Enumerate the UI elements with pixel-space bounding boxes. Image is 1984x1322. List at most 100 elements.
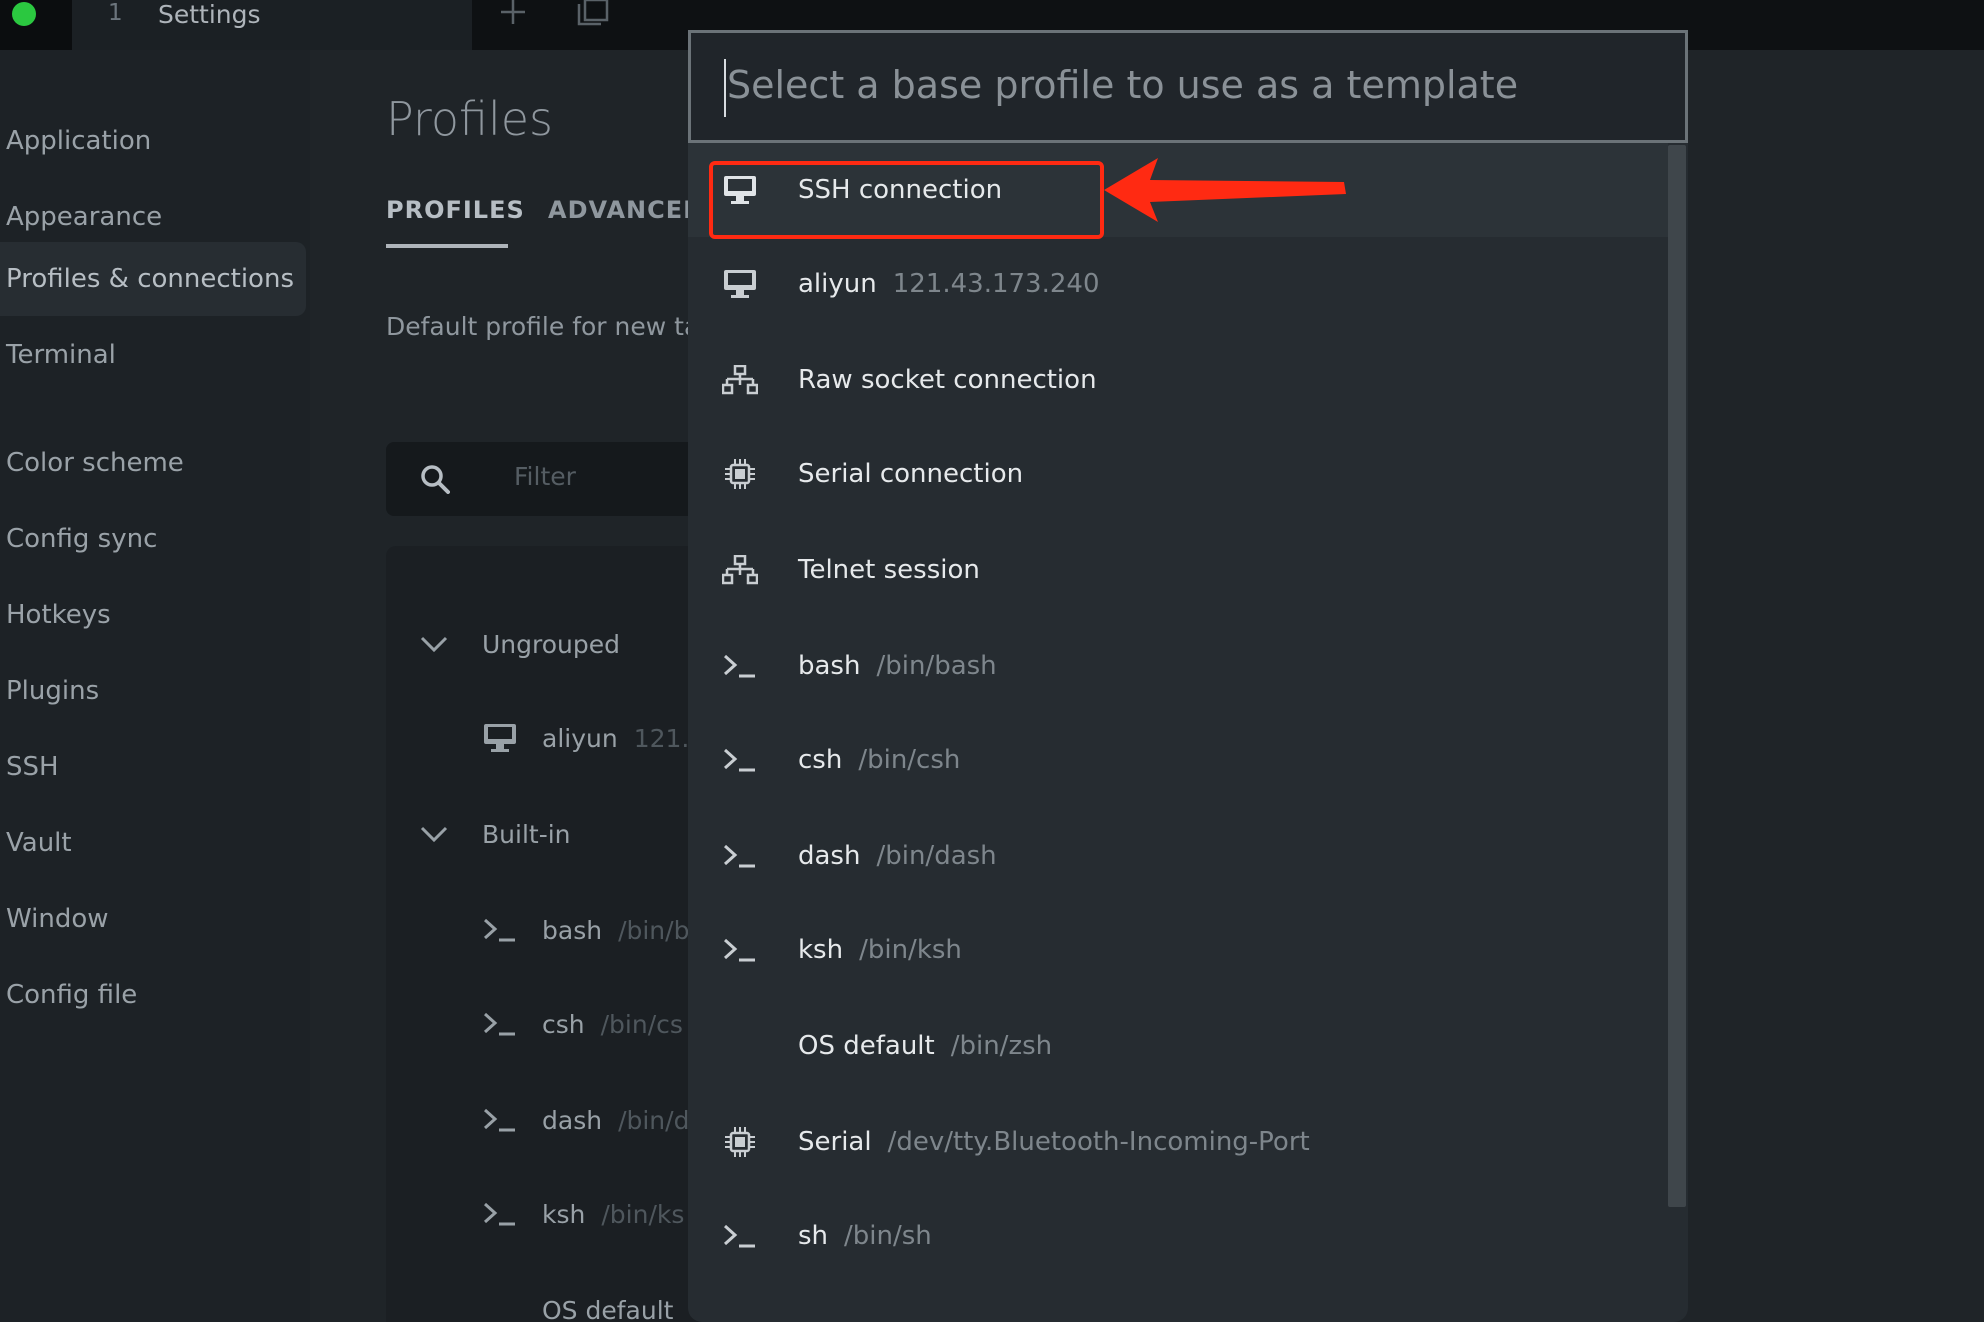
option-detail: /bin/sh — [844, 1221, 932, 1251]
option-label: Telnet session — [798, 555, 980, 585]
sidebar-item-window[interactable]: Window — [0, 882, 306, 956]
sidebar-item-config-file[interactable]: Config file — [0, 958, 306, 1032]
template-search-input[interactable]: Select a base profile to use as a templa… — [688, 30, 1688, 143]
option-label: sh — [798, 1221, 829, 1251]
sidebar-item-color-scheme[interactable]: Color scheme — [0, 426, 306, 500]
list-item[interactable]: aliyun 121. — [480, 718, 689, 758]
monitor-icon — [480, 723, 520, 753]
active-tab-indicator — [386, 244, 508, 248]
option-label: Serial — [798, 1127, 872, 1157]
chevron-down-icon — [420, 826, 448, 843]
highlight-box — [709, 161, 1104, 239]
terminal-icon — [718, 843, 762, 869]
plus-icon — [501, 0, 525, 24]
monitor-icon — [718, 269, 762, 299]
option-serial[interactable]: Serial /dev/tty.Bluetooth-Incoming-Port — [688, 1095, 1668, 1189]
list-item[interactable]: dash /bin/d — [480, 1100, 689, 1140]
option-detail: 121.43.173.240 — [892, 269, 1100, 299]
option-ksh[interactable]: ksh /bin/ksh — [688, 903, 1668, 997]
option-os-default[interactable]: OS default /bin/zsh — [688, 999, 1668, 1093]
option-sh[interactable]: sh /bin/sh — [688, 1189, 1668, 1283]
chip-icon — [718, 458, 762, 490]
option-label: dash — [798, 841, 861, 871]
group-header-built-in[interactable]: Built-in — [420, 814, 571, 854]
profile-name: dash — [542, 1105, 603, 1135]
tab-profiles[interactable]: PROFILES — [386, 196, 525, 224]
template-search-placeholder: Select a base profile to use as a templa… — [727, 63, 1519, 107]
terminal-icon — [718, 653, 762, 679]
option-serial-connection[interactable]: Serial connection — [688, 427, 1668, 521]
sidebar-item-terminal[interactable]: Terminal — [0, 318, 306, 392]
terminal-icon — [480, 1011, 520, 1037]
sidebar-item-plugins[interactable]: Plugins — [0, 654, 306, 728]
group-header-ungrouped[interactable]: Ungrouped — [420, 624, 620, 664]
option-label: OS default — [798, 1031, 935, 1061]
list-item[interactable]: ksh /bin/ks — [480, 1194, 684, 1234]
page-title: Profiles — [386, 92, 553, 146]
chip-icon — [718, 1126, 762, 1158]
profile-detail: /bin/ks — [601, 1199, 685, 1229]
option-label: ksh — [798, 935, 844, 965]
list-item[interactable]: csh /bin/cs — [480, 1004, 683, 1044]
option-label: Serial connection — [798, 459, 1024, 489]
sidebar-item-application[interactable]: Application — [0, 104, 306, 178]
profile-name: csh — [542, 1009, 585, 1039]
search-icon — [421, 465, 450, 494]
option-aliyun[interactable]: aliyun 121.43.173.240 — [688, 237, 1668, 331]
option-bash[interactable]: bash /bin/bash — [688, 619, 1668, 713]
window-controls — [0, 0, 72, 50]
sidebar-item-hotkeys[interactable]: Hotkeys — [0, 578, 306, 652]
option-csh[interactable]: csh /bin/csh — [688, 713, 1668, 807]
option-detail: /bin/ksh — [859, 935, 962, 965]
new-tab-button[interactable] — [478, 0, 548, 50]
option-label: csh — [798, 745, 843, 775]
scrollbar-thumb[interactable] — [1668, 145, 1686, 1207]
settings-sidebar: Application Appearance Profiles & connec… — [0, 50, 310, 1322]
network-icon — [718, 365, 762, 395]
tab-advanced[interactable]: ADVANCED — [548, 196, 704, 224]
tab-settings[interactable]: 1 Settings — [72, 0, 472, 50]
profile-detail: /bin/d — [618, 1105, 690, 1135]
profile-name: aliyun — [542, 723, 618, 753]
profile-name: bash — [542, 915, 603, 945]
option-detail: /dev/tty.Bluetooth-Incoming-Port — [887, 1127, 1310, 1157]
list-item[interactable]: OS default — [480, 1290, 689, 1322]
tab-number: 1 — [108, 0, 123, 26]
profile-detail: /bin/b — [618, 915, 690, 945]
filter-placeholder: Filter — [514, 462, 576, 491]
terminal-icon — [718, 1223, 762, 1249]
profile-name: ksh — [542, 1199, 586, 1229]
network-icon — [718, 555, 762, 585]
template-options-list: SSH connection aliyun 121.43.173.240 Raw… — [688, 143, 1668, 1322]
default-profile-label: Default profile for new tab — [386, 312, 716, 341]
option-label: Raw socket connection — [798, 365, 1097, 395]
profile-name: OS default — [542, 1295, 674, 1322]
tab-title: Settings — [158, 0, 261, 29]
group-label: Built-in — [482, 819, 571, 849]
terminal-icon — [480, 1201, 520, 1227]
sidebar-item-config-sync[interactable]: Config sync — [0, 502, 306, 576]
option-dash[interactable]: dash /bin/dash — [688, 809, 1668, 903]
option-detail: /bin/dash — [876, 841, 997, 871]
group-label: Ungrouped — [482, 629, 621, 659]
annotation-arrow-icon — [1104, 158, 1346, 222]
sidebar-item-vault[interactable]: Vault — [0, 806, 306, 880]
terminal-icon — [480, 1107, 520, 1133]
windows-icon — [577, 0, 609, 26]
terminal-icon — [718, 937, 762, 963]
sidebar-item-ssh[interactable]: SSH — [0, 730, 306, 804]
terminal-icon — [718, 747, 762, 773]
option-detail: /bin/bash — [876, 651, 997, 681]
profile-detail: /bin/cs — [600, 1009, 683, 1039]
option-label: aliyun — [798, 269, 877, 299]
option-raw-socket[interactable]: Raw socket connection — [688, 333, 1668, 427]
option-telnet-session[interactable]: Telnet session — [688, 523, 1668, 617]
profiles-menu-button[interactable] — [558, 0, 628, 50]
profile-detail: 121. — [633, 723, 690, 753]
option-detail: /bin/zsh — [950, 1031, 1053, 1061]
terminal-icon — [480, 917, 520, 943]
sidebar-item-profiles[interactable]: Profiles & connections — [0, 242, 306, 316]
maximize-button[interactable] — [12, 2, 36, 26]
list-item[interactable]: bash /bin/b — [480, 910, 689, 950]
option-detail: /bin/csh — [858, 745, 961, 775]
